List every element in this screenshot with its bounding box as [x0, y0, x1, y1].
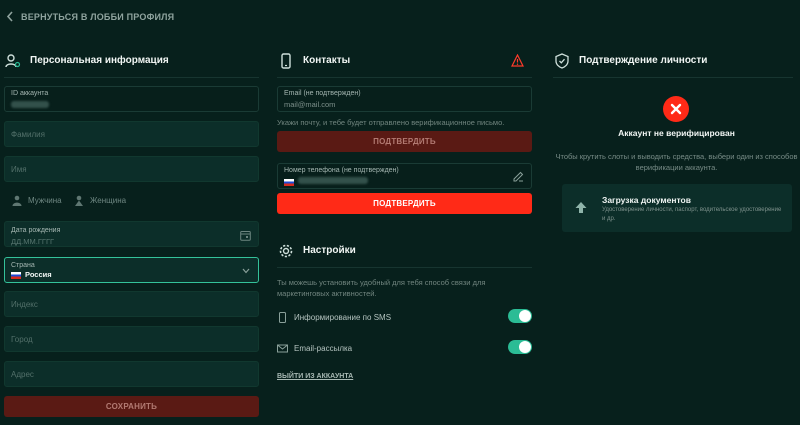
chevron-left-icon — [6, 11, 13, 22]
country-value: Россия — [11, 270, 52, 279]
country-select[interactable]: Страна Россия — [4, 257, 259, 283]
user-settings-icon — [4, 52, 22, 70]
female-icon — [75, 195, 83, 206]
sms-setting-label: Информирование по SMS — [294, 312, 392, 322]
edit-icon[interactable] — [513, 171, 524, 182]
back-label: ВЕРНУТЬСЯ В ЛОББИ ПРОФИЛЯ — [21, 11, 175, 22]
personal-info-header: Персональная информация — [4, 44, 259, 78]
section-title: Контакты — [303, 55, 351, 66]
upload-description: Удостоверение личности, паспорт, водител… — [602, 207, 782, 222]
field-placeholder: Фамилия — [11, 130, 45, 139]
field-placeholder: Адрес — [11, 370, 34, 379]
settings-header: Настройки — [277, 234, 532, 268]
gender-male-option[interactable]: Мужчина — [12, 195, 62, 206]
account-id-value — [11, 101, 49, 110]
birthdate-input[interactable]: Дата рождения ДД.ММ.ГГГГ — [4, 221, 259, 247]
toggle-knob — [519, 310, 531, 322]
section-title: Настройки — [303, 245, 356, 256]
email-toggle[interactable] — [508, 340, 532, 354]
phone-value — [284, 177, 368, 186]
phone-icon — [277, 52, 295, 70]
confirm-phone-button[interactable]: ПОДТВЕРДИТЬ — [277, 193, 532, 214]
verification-section: Подтверждение личности Аккаунт не верифи… — [553, 44, 798, 232]
verification-header: Подтверждение личности — [553, 44, 793, 78]
field-label: Номер телефона (не подтвержден) — [284, 167, 399, 174]
field-label: Страна — [11, 262, 35, 269]
sms-setting-row: Информирование по SMS — [277, 309, 532, 325]
toggle-knob — [519, 341, 531, 353]
save-button[interactable]: СОХРАНИТЬ — [4, 396, 259, 417]
lastname-input[interactable]: Фамилия — [4, 121, 259, 147]
russia-flag-icon — [11, 271, 21, 279]
field-label: ID аккаунта — [11, 90, 49, 97]
field-placeholder: Город — [11, 335, 33, 344]
field-label: Дата рождения — [11, 227, 61, 234]
field-placeholder: mail@mail.com — [284, 100, 336, 109]
confirm-email-button[interactable]: ПОДТВЕРДИТЬ — [277, 131, 532, 152]
upload-title: Загрузка документов — [602, 195, 691, 205]
settings-description: Ты можешь установить удобный для тебя сп… — [277, 278, 486, 298]
account-id-field: ID аккаунта — [4, 86, 259, 112]
gender-male-label: Мужчина — [28, 196, 62, 205]
warning-icon — [511, 54, 524, 67]
gear-icon — [277, 242, 295, 260]
index-input[interactable]: Индекс — [4, 291, 259, 317]
field-placeholder: Индекс — [11, 300, 38, 309]
back-to-lobby-link[interactable]: ВЕРНУТЬСЯ В ЛОББИ ПРОФИЛЯ — [6, 11, 174, 22]
russia-flag-icon — [284, 178, 294, 186]
country-name: Россия — [25, 270, 52, 279]
email-input[interactable]: Email (не подтвержден) mail@mail.com — [277, 86, 532, 112]
upload-arrow-icon — [575, 202, 587, 213]
phone-input[interactable]: Номер телефона (не подтвержден) — [277, 163, 532, 189]
logout-link[interactable]: ВЫЙТИ ИЗ АККАУНТА — [277, 373, 353, 380]
email-setting-row: Email-рассылка — [277, 340, 532, 356]
gender-female-label: Женщина — [90, 196, 127, 205]
upload-documents-card[interactable]: Загрузка документов Удостоверение личнос… — [562, 184, 792, 232]
error-icon — [663, 96, 689, 122]
gender-female-option[interactable]: Женщина — [74, 195, 126, 206]
personal-info-section: Персональная информация ID аккаунта Фами… — [4, 44, 259, 417]
address-input[interactable]: Адрес — [4, 361, 259, 387]
city-input[interactable]: Город — [4, 326, 259, 352]
envelope-icon — [277, 344, 288, 352]
field-label: Email (не подтвержден) — [284, 90, 361, 97]
contacts-header: Контакты — [277, 44, 532, 78]
calendar-icon[interactable] — [240, 230, 251, 241]
contacts-section: Контакты Email (не подтвержден) mail@mai… — [277, 44, 532, 380]
shield-icon — [553, 52, 571, 70]
phone-icon — [279, 311, 286, 323]
male-icon — [12, 195, 22, 206]
verification-status: Аккаунт не верифицирован — [618, 128, 735, 138]
verification-description: Чтобы крутить слоты и выводить средства,… — [555, 152, 798, 172]
section-title: Подтверждение личности — [579, 55, 708, 66]
chevron-down-icon — [242, 268, 250, 274]
email-hint: Укажи почту, и тебе будет отправлено вер… — [277, 118, 505, 127]
field-placeholder: Имя — [11, 165, 27, 174]
sms-toggle[interactable] — [508, 309, 532, 323]
email-setting-label: Email-рассылка — [294, 343, 353, 353]
section-title: Персональная информация — [30, 55, 169, 66]
field-placeholder: ДД.ММ.ГГГГ — [11, 237, 55, 246]
firstname-input[interactable]: Имя — [4, 156, 259, 182]
